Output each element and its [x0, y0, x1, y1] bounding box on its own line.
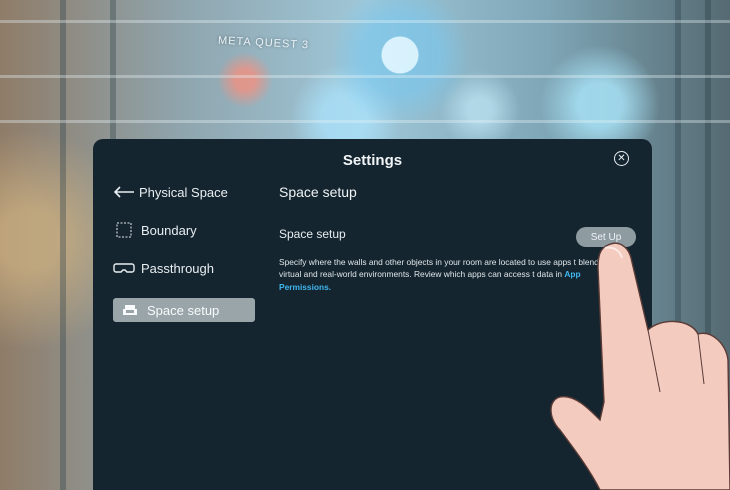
set-up-button[interactable]: Set Up — [576, 227, 636, 247]
section-title: Space setup — [279, 184, 357, 200]
space-setup-description: Specify where the walls and other object… — [279, 256, 624, 293]
back-arrow-icon — [113, 186, 135, 198]
settings-panel: Settings ✕ Physical Space Boundary Passt… — [93, 139, 652, 490]
headset-icon — [113, 261, 135, 275]
sidebar-item-label: Boundary — [141, 222, 197, 238]
sidebar-item-passthrough[interactable]: Passthrough — [113, 256, 255, 280]
sidebar-item-space-setup[interactable]: Space setup — [113, 298, 255, 322]
sidebar-item-physical-space[interactable]: Physical Space — [113, 180, 255, 204]
panel-title: Settings — [342, 152, 403, 169]
sidebar-item-label: Space setup — [147, 302, 220, 318]
sidebar-item-label: Passthrough — [141, 260, 214, 276]
sidebar-item-label: Physical Space — [139, 184, 228, 200]
boundary-icon — [113, 222, 135, 238]
couch-icon — [119, 303, 141, 317]
sidebar-item-boundary[interactable]: Boundary — [113, 218, 255, 242]
space-setup-label: Space setup — [279, 227, 346, 241]
close-icon[interactable]: ✕ — [614, 151, 629, 166]
